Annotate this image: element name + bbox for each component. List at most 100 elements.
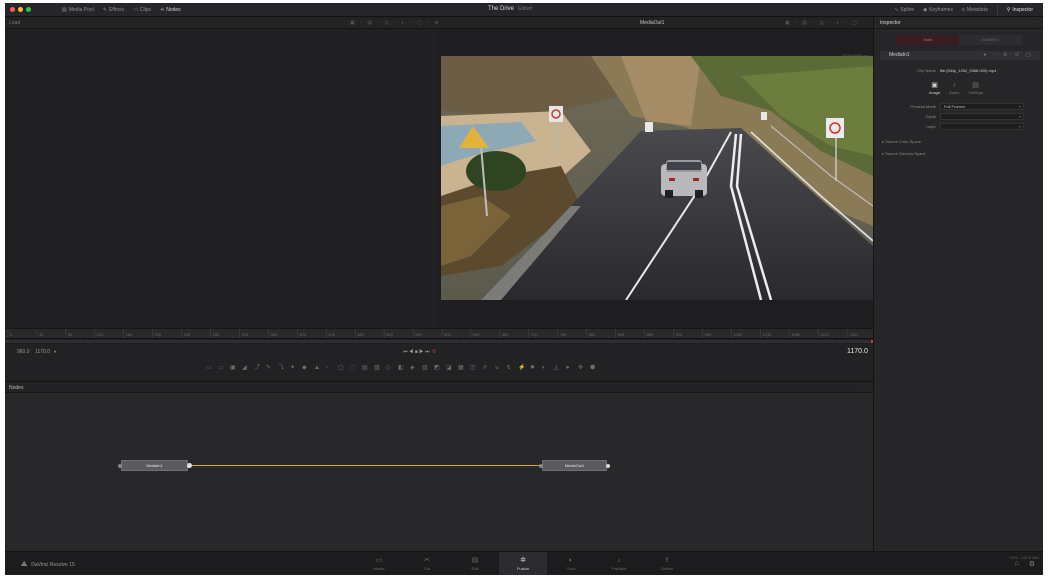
- spline-button[interactable]: ∿ Spline: [894, 7, 914, 13]
- page-tab-media[interactable]: ▭ Media: [355, 552, 403, 575]
- fusion-tool-icon[interactable]: ◧: [398, 365, 404, 371]
- subtab-audio[interactable]: ♪ Audio: [949, 82, 959, 95]
- media-pool-button[interactable]: ▤ Media Pool: [62, 7, 94, 13]
- fusion-tool-icon[interactable]: ▨: [374, 365, 380, 371]
- inspector-node-header[interactable]: MediaIn1 ● ▫ ⚙ ↺ ▢: [880, 51, 1040, 60]
- close-window-button[interactable]: [10, 7, 15, 12]
- clip-name-value[interactable]: file:(Dfdp_1262_0068.000).mp4: [940, 68, 996, 73]
- source-color-space-section[interactable]: ▸ Source Color Space: [882, 139, 921, 144]
- ruler-tick-label: 1120: [820, 332, 829, 337]
- fusion-tool-icon[interactable]: ▲: [314, 365, 320, 371]
- node-link[interactable]: [187, 463, 542, 468]
- fusion-tool-icon[interactable]: ✸: [530, 365, 535, 371]
- tab-tools[interactable]: Tools: [896, 35, 959, 45]
- playback-buttons[interactable]: ⏮ ◀ ■ ▶ ⏭: [403, 349, 430, 355]
- page-tab-cut[interactable]: ✂ Cut: [403, 552, 451, 575]
- fusion-tool-icon[interactable]: ▥: [422, 365, 428, 371]
- fusion-tool-icon[interactable]: ◩: [434, 365, 440, 371]
- media-in-node[interactable]: MediaIn1: [118, 460, 191, 471]
- fusion-tool-icon[interactable]: ⬚: [350, 365, 356, 371]
- fusion-tool-icon[interactable]: ◆: [302, 365, 307, 371]
- start-frame-field[interactable]: 960.0: [17, 349, 30, 355]
- page-tab-fairlight[interactable]: ♪ Fairlight: [595, 552, 643, 575]
- ruler-tick-label: 560: [415, 332, 422, 337]
- fusion-tool-icon[interactable]: ↯: [506, 365, 511, 371]
- depth-dropdown[interactable]: ▾: [940, 113, 1024, 120]
- page-tab-edit[interactable]: ▤ Edit: [451, 552, 499, 575]
- node-editor[interactable]: MediaIn1 MediaOut1: [5, 393, 873, 551]
- fusion-tool-icon[interactable]: ◐: [542, 365, 547, 371]
- process-mode-dropdown[interactable]: Full Frames ▾: [940, 103, 1024, 110]
- source-gamma-space-section[interactable]: ▸ Source Gamma Space: [882, 151, 926, 156]
- effects-button[interactable]: ✎ Effects: [103, 7, 124, 13]
- subtab-image[interactable]: ▣ Image: [929, 82, 940, 95]
- audio-speaker-icon[interactable]: 🔈︎: [54, 349, 57, 355]
- fusion-tool-icon[interactable]: ⤴: [254, 365, 260, 371]
- fusion-tool-icon[interactable]: ✎: [266, 365, 271, 371]
- fusion-tool-icon[interactable]: ✜: [578, 365, 583, 371]
- fairlight-page-icon: ♪: [617, 557, 621, 564]
- zoom-window-button[interactable]: [26, 7, 31, 12]
- fusion-tool-icon[interactable]: ◫: [470, 365, 476, 371]
- subtab-settings[interactable]: ▤ Settings: [968, 82, 982, 95]
- frame-range: 960.0 1170.0 🔈︎: [17, 349, 57, 355]
- fusion-tool-icon[interactable]: ▭: [206, 365, 212, 371]
- fusion-tool-icon[interactable]: ✦: [290, 365, 295, 371]
- left-viewer-tool-icons[interactable]: ▣ ▫ ▤ ▫ ◎ ▫ ◐ ▫ ▢ ▫ ⊕: [350, 20, 441, 26]
- fusion-tool-icon[interactable]: ▤: [362, 365, 368, 371]
- ruler-tick-label: 120: [97, 332, 104, 337]
- fusion-tool-icon[interactable]: ▭: [218, 365, 224, 371]
- ruler-tick-label: 1040: [762, 332, 772, 337]
- keyframes-button[interactable]: ◆ Keyframes: [923, 7, 953, 13]
- nodes-options-icon[interactable]: ⋯: [862, 384, 867, 390]
- layer-dropdown[interactable]: ▾: [940, 123, 1024, 130]
- page-tab-fusion[interactable]: ✲ Fusion: [499, 552, 547, 575]
- playback-controls[interactable]: ⏮ ◀ ■ ▶ ⏭ ↻: [403, 349, 436, 355]
- ruler-tick-label: 520: [386, 332, 393, 337]
- fusion-tool-icon[interactable]: ⇘: [494, 365, 499, 371]
- page-tab-color[interactable]: ◐ Color: [547, 552, 595, 575]
- fusion-tool-icon[interactable]: ⤵: [278, 365, 284, 371]
- fusion-tool-icon[interactable]: ◬: [554, 365, 559, 371]
- loop-icon[interactable]: ↻: [432, 349, 436, 355]
- media-out-output-port[interactable]: [606, 464, 610, 468]
- spline-icon: ∿: [894, 7, 899, 13]
- fusion-tool-icon[interactable]: ◪: [446, 365, 452, 371]
- settings-icon[interactable]: ⚙: [1029, 560, 1035, 568]
- clips-button[interactable]: ▭ Clips: [133, 7, 151, 13]
- page-tab-deliver[interactable]: ⇪ Deliver: [643, 552, 691, 575]
- fusion-tool-icon[interactable]: ⚡: [518, 365, 525, 371]
- fusion-tool-icon[interactable]: ◢: [242, 365, 247, 371]
- media-out-node[interactable]: MediaOut1: [539, 460, 610, 471]
- viewer-toolbar: Load ▣ ▫ ▤ ▫ ◎ ▫ ◐ ▫ ▢ ▫ ⊕ MediaOut1 ▣ ▫…: [5, 17, 873, 29]
- minimize-window-button[interactable]: [18, 7, 23, 12]
- time-scrubber[interactable]: [5, 340, 873, 343]
- metadata-button[interactable]: ≡ Metadata: [962, 7, 988, 13]
- media-out-input-port[interactable]: [539, 464, 543, 468]
- fusion-tool-icon[interactable]: ▣: [230, 365, 236, 371]
- inspector-options-icon[interactable]: ⋯: [1034, 19, 1039, 25]
- node-header-icons[interactable]: ● ▫ ⚙ ↺ ▢: [983, 51, 1034, 60]
- fusion-tool-icon[interactable]: ♠: [566, 365, 571, 371]
- media-in-input-port[interactable]: [118, 464, 122, 468]
- nodes-button[interactable]: ⋖ Nodes: [160, 7, 181, 13]
- left-viewer[interactable]: [5, 30, 438, 328]
- audio-icon: ♪: [952, 82, 956, 89]
- fusion-tool-icon[interactable]: ▫: [326, 365, 331, 371]
- inspector-button[interactable]: ⚲ Inspector: [1007, 7, 1033, 13]
- fusion-tool-icon[interactable]: ◈: [410, 365, 415, 371]
- end-frame-field[interactable]: 1170.0: [35, 349, 50, 355]
- fusion-tool-icon[interactable]: ◇: [386, 365, 391, 371]
- fusion-tool-icon[interactable]: ⇗: [482, 365, 487, 371]
- transport-bar: 960.0 1170.0 🔈︎ ⏮ ◀ ■ ▶ ⏭ ↻ 1170.0: [5, 344, 873, 359]
- fusion-tool-icon[interactable]: ⬢: [590, 365, 595, 371]
- link-output-knob[interactable]: [187, 463, 192, 468]
- viewer-load-label[interactable]: Load: [9, 20, 20, 26]
- home-icon[interactable]: ⌂: [1014, 560, 1018, 568]
- right-viewer-tool-icons[interactable]: ▣ ▫ ▤ ▫ ◎ ▫ ◐ ▫ ▢: [785, 20, 859, 26]
- fusion-tool-icon[interactable]: ▢: [338, 365, 344, 371]
- tab-modifiers[interactable]: Modifiers: [959, 35, 1022, 45]
- page-tab-label: Media: [373, 566, 385, 571]
- time-ruler[interactable]: 0 40 80 120 160 200 240 280 320 360 400 440 480 520 56…: [5, 328, 873, 339]
- fusion-tool-icon[interactable]: ▦: [458, 365, 464, 371]
